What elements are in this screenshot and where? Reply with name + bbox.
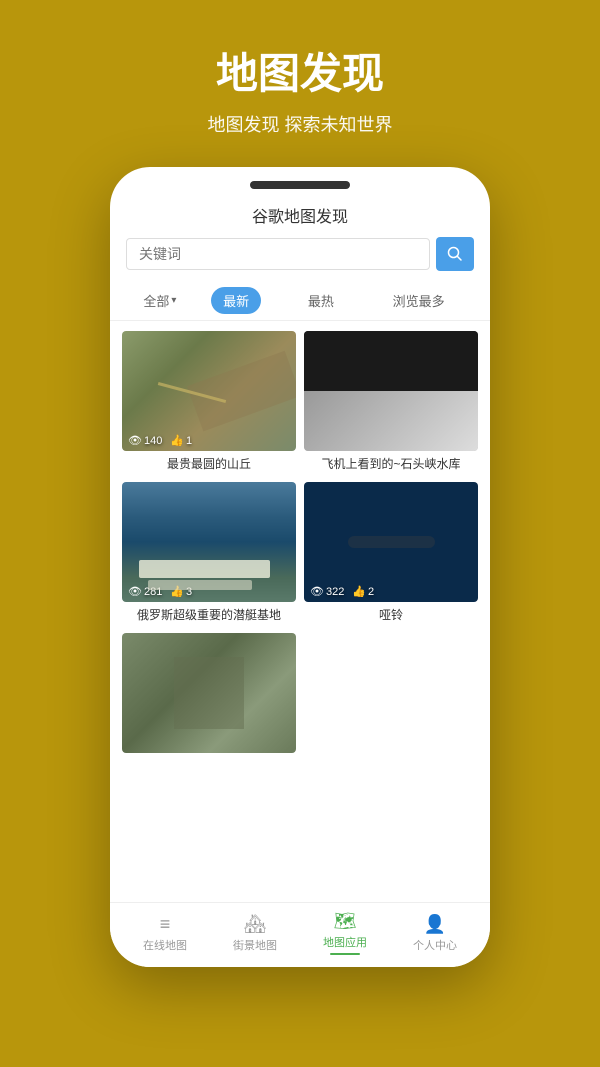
filter-tab-all[interactable]: 全部 ▾ — [143, 291, 176, 310]
list-item[interactable]: 👁 281 👍 3 俄罗斯超级重要的潜艇基地 — [122, 482, 296, 625]
active-nav-indicator — [330, 953, 360, 955]
nav-label-map-app: 地图应用 — [323, 934, 367, 950]
eye-icon: 👁 — [128, 585, 142, 598]
profile-icon: 👤 — [424, 914, 446, 935]
nav-item-map-app[interactable]: 🗺 地图应用 — [300, 911, 390, 955]
like-icon: 👍 — [170, 434, 184, 447]
grid-image-3: 👁 281 👍 3 — [122, 482, 296, 602]
view-count-4: 👁 322 — [310, 585, 344, 598]
like-icon: 👍 — [352, 585, 366, 598]
map-lines-icon: ≡ — [160, 914, 171, 935]
grid-label-1: 最贵最圆的山丘 — [122, 451, 296, 474]
search-input[interactable] — [126, 238, 430, 270]
list-item[interactable]: 👁 52 👍 2 飞机上看到的~石头峡水库 — [304, 331, 478, 474]
filter-tab-newest[interactable]: 最新 — [211, 287, 261, 314]
filter-tab-hottest[interactable]: 最热 — [296, 287, 346, 314]
bottom-nav: ≡ 在线地图 🏘 街景地图 🗺 地图应用 👤 个人中心 — [110, 902, 490, 967]
list-item[interactable]: 👁 140 👍 1 最贵最圆的山丘 — [122, 331, 296, 474]
header-section: 地图发现 地图发现 探索未知世界 — [188, 0, 413, 167]
like-icon: 👍 — [346, 434, 360, 447]
nav-label-profile: 个人中心 — [413, 937, 457, 953]
search-bar — [126, 237, 474, 271]
filter-tab-most-viewed[interactable]: 浏览最多 — [381, 287, 457, 314]
map-app-icon: 🗺 — [334, 911, 357, 932]
view-count-3: 👁 281 — [128, 585, 162, 598]
list-item[interactable] — [122, 633, 296, 753]
app-title: 谷歌地图发现 — [110, 199, 490, 237]
phone-frame: 谷歌地图发现 全部 ▾ 最新 最热 浏览最多 👁 140 — [110, 167, 490, 967]
grid-label-3: 俄罗斯超级重要的潜艇基地 — [122, 602, 296, 625]
view-count-1: 👁 140 — [128, 434, 162, 447]
nav-item-street-view[interactable]: 🏘 街景地图 — [210, 914, 300, 953]
nav-item-profile[interactable]: 👤 个人中心 — [390, 914, 480, 953]
nav-label-street-view: 街景地图 — [233, 937, 277, 953]
eye-icon: 👁 — [310, 585, 324, 598]
grid-image-2: 👁 52 👍 2 — [304, 331, 478, 451]
eye-icon: 👁 — [310, 434, 324, 447]
eye-icon: 👁 — [128, 434, 142, 447]
image-stats-4: 👁 322 👍 2 — [310, 585, 374, 598]
grid-label-2: 飞机上看到的~石头峡水库 — [304, 451, 478, 474]
page-title: 地图发现 — [208, 40, 393, 101]
like-icon: 👍 — [170, 585, 184, 598]
view-count-2: 👁 52 — [310, 434, 338, 447]
search-button[interactable] — [436, 237, 474, 271]
filter-all-label: 全部 — [143, 291, 169, 310]
grid-label-4: 哑铃 — [304, 602, 478, 625]
street-view-icon: 🏘 — [244, 914, 267, 935]
image-stats-2: 👁 52 👍 2 — [310, 434, 368, 447]
like-count-1: 👍 1 — [170, 434, 192, 447]
image-stats-1: 👁 140 👍 1 — [128, 434, 192, 447]
like-count-4: 👍 2 — [352, 585, 374, 598]
grid-image-5 — [122, 633, 296, 753]
like-count-3: 👍 3 — [170, 585, 192, 598]
phone-notch — [250, 181, 350, 189]
list-item[interactable]: 👁 322 👍 2 哑铃 — [304, 482, 478, 625]
page-subtitle: 地图发现 探索未知世界 — [208, 111, 393, 137]
nav-item-online-map[interactable]: ≡ 在线地图 — [120, 914, 210, 953]
like-count-2: 👍 2 — [346, 434, 368, 447]
grid-image-1: 👁 140 👍 1 — [122, 331, 296, 451]
content-grid: 👁 140 👍 1 最贵最圆的山丘 👁 52 — [110, 321, 490, 902]
grid-image-4: 👁 322 👍 2 — [304, 482, 478, 602]
image-stats-3: 👁 281 👍 3 — [128, 585, 192, 598]
nav-label-online-map: 在线地图 — [143, 937, 187, 953]
filter-tabs: 全部 ▾ 最新 最热 浏览最多 — [110, 281, 490, 321]
chevron-down-icon: ▾ — [171, 295, 176, 306]
search-icon — [447, 246, 463, 262]
